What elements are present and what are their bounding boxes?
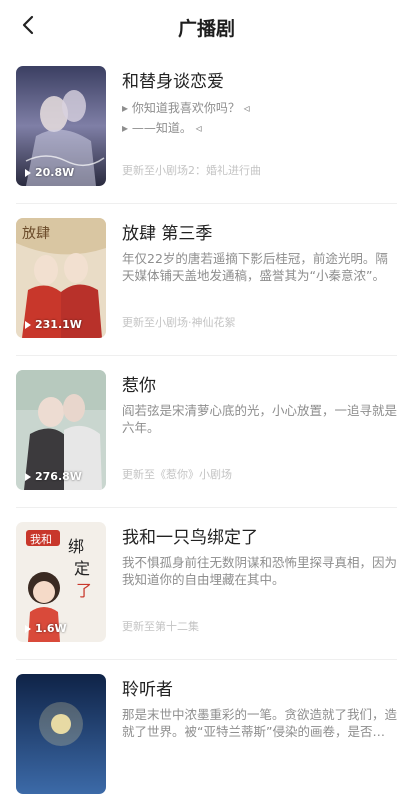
page-title: 广播剧 — [177, 18, 235, 40]
play-count: 1.6W — [25, 622, 67, 635]
lyric-line: ▸ ——知道。 ◃ — [122, 121, 202, 135]
update-status: 更新至第十二集 — [122, 620, 199, 633]
top-bar: 广播剧 — [0, 0, 413, 52]
svg-text:我和: 我和 — [30, 533, 52, 546]
drama-description: 那是末世中浓墨重彩的一笔。贪欲造就了我们，造就了世界。被“亚特兰蒂斯”侵染的画卷… — [122, 707, 397, 739]
play-icon — [25, 624, 31, 633]
play-count: 231.1W — [25, 318, 82, 331]
drama-description: 我不惧孤身前往无数阴谋和恐怖里探寻真相，因为我知道你的自由埋藏在其中。 — [122, 555, 397, 587]
svg-text:定: 定 — [74, 559, 90, 578]
play-count: 276.8W — [25, 470, 82, 483]
play-icon — [25, 320, 31, 329]
drama-description: 阎若弦是宋清萝心底的光，小心放置，一追寻就是六年。 — [122, 403, 397, 435]
play-count: 20.8W — [25, 166, 74, 179]
drama-title: 惹你 — [122, 376, 156, 396]
svg-text:放肆: 放肆 — [22, 226, 50, 242]
svg-text:绑: 绑 — [68, 537, 84, 556]
drama-title: 放肆 第三季 — [122, 224, 213, 244]
play-icon — [25, 472, 31, 481]
drama-cover[interactable]: 20.8W — [16, 66, 106, 186]
drama-item[interactable]: 聆听者 那是末世中浓墨重彩的一笔。贪欲造就了我们，造就了世界。被“亚特兰蒂斯”侵… — [16, 660, 397, 812]
drama-item[interactable]: 20.8W 和替身谈恋爱 ▸ 你知道我喜欢你吗？ ◃ ▸ ——知道。 ◃ 更新至… — [16, 52, 397, 204]
drama-item[interactable]: 我和 绑 定 了 1.6W 我和一只鸟绑定了 我不惧孤身前往无数阴谋和恐怖里探寻… — [16, 508, 397, 660]
play-icon — [25, 168, 31, 177]
drama-item[interactable]: 放肆 231.1W 放肆 第三季 年仅22岁的唐若遥摘下影后桂冠，前途光明。隔天… — [16, 204, 397, 356]
drama-description: 年仅22岁的唐若遥摘下影后桂冠，前途光明。隔天媒体铺天盖地发通稿，盛誉其为“小秦… — [122, 251, 388, 283]
drama-title: 我和一只鸟绑定了 — [122, 528, 258, 548]
update-status: 更新至《惹你》小剧场 — [122, 468, 232, 481]
drama-item[interactable]: 276.8W 惹你 阎若弦是宋清萝心底的光，小心放置，一追寻就是六年。 更新至《… — [16, 356, 397, 508]
drama-cover[interactable]: 276.8W — [16, 370, 106, 490]
drama-cover[interactable] — [16, 674, 106, 794]
lyric-line: ▸ 你知道我喜欢你吗？ ◃ — [122, 101, 250, 115]
drama-title: 聆听者 — [122, 680, 173, 700]
drama-title: 和替身谈恋爱 — [122, 72, 224, 92]
drama-cover[interactable]: 放肆 231.1W — [16, 218, 106, 338]
update-status: 更新至小剧场2：婚礼进行曲 — [122, 164, 261, 177]
drama-cover[interactable]: 我和 绑 定 了 1.6W — [16, 522, 106, 642]
svg-text:了: 了 — [76, 581, 92, 600]
update-status: 更新至小剧场·神仙花絮 — [122, 316, 236, 329]
